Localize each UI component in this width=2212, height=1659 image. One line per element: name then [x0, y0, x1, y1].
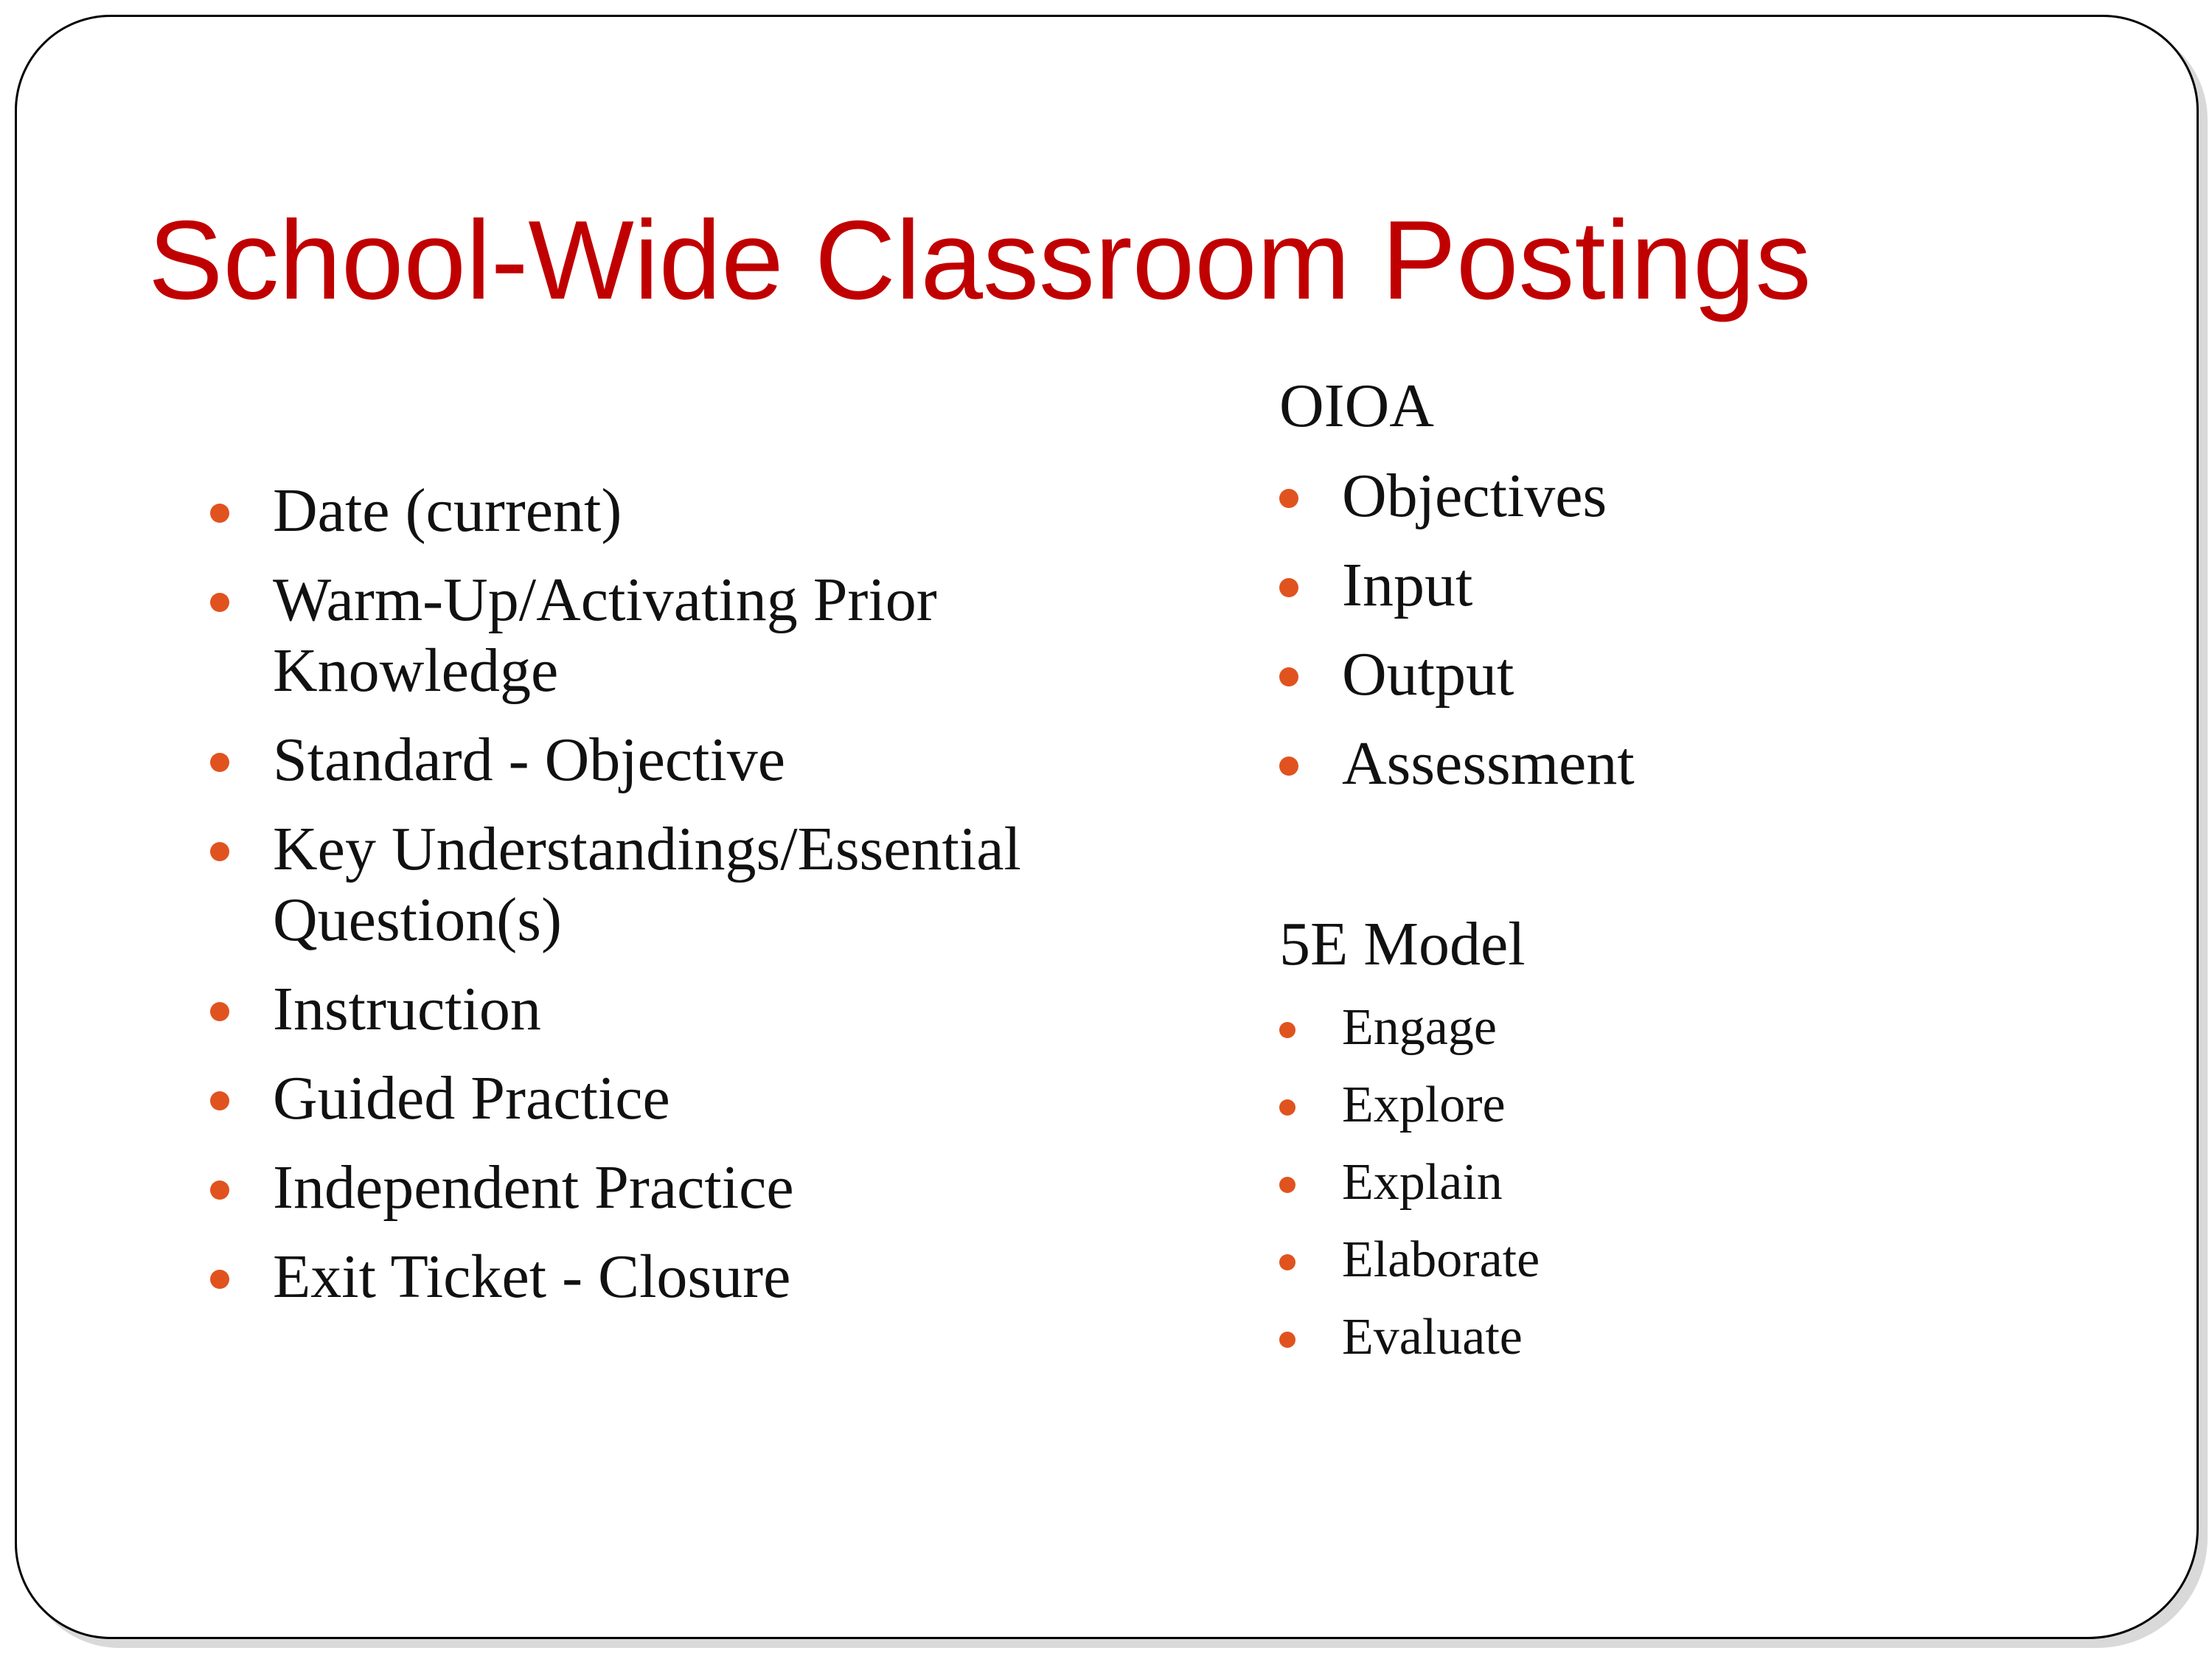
list-item: Date (current) — [210, 476, 1132, 546]
posting-list: Date (current) Warm-Up/Activating Prior … — [210, 476, 1132, 1331]
list-item: Output — [1279, 639, 2164, 710]
list-item-text: Output — [1342, 640, 1514, 709]
list-item-text: Input — [1342, 551, 1473, 619]
list-item: Exit Ticket - Closure — [210, 1242, 1132, 1312]
list-item: Warm-Up/Activating Prior Knowledge — [210, 565, 1132, 706]
bullet-dot-icon — [210, 593, 229, 612]
list-item: Standard - Objective — [210, 725, 1132, 796]
list-item: Instruction — [210, 974, 1132, 1045]
slide-frame: School-Wide Classroom Postings Date (cur… — [15, 15, 2199, 1639]
bullet-dot-icon — [1279, 667, 1298, 686]
list-item: Assessment — [1279, 728, 2164, 799]
list-item-text: Explore — [1342, 1077, 1506, 1133]
bullet-dot-icon — [1279, 578, 1298, 597]
list-item: Key Understandings/Essential Question(s) — [210, 814, 1132, 956]
bullet-dot-icon — [210, 1002, 229, 1021]
bullet-dot-icon — [1279, 1177, 1295, 1193]
list-item-text: Instruction — [273, 975, 541, 1043]
bullet-dot-icon — [210, 504, 229, 523]
bullet-dot-icon — [210, 1270, 229, 1289]
list-item: Explore — [1279, 1075, 2164, 1135]
slide-title: School-Wide Classroom Postings — [148, 198, 1812, 323]
list-item-text: Evaluate — [1342, 1309, 1523, 1366]
model-list: Engage Explore Explain Elaborate Evaluat… — [1279, 998, 2164, 1385]
list-item: Explain — [1279, 1152, 2164, 1213]
list-item-text: Elaborate — [1342, 1231, 1540, 1288]
bullet-dot-icon — [210, 753, 229, 772]
oioa-heading: OIOA — [1279, 372, 1434, 440]
bullet-dot-icon — [1279, 1254, 1295, 1270]
list-item-text: Engage — [1342, 999, 1497, 1056]
list-item-text-continued: Knowledge — [273, 636, 559, 705]
bullet-dot-icon — [1279, 1099, 1295, 1116]
list-item-text: Assessment — [1342, 729, 1635, 798]
bullet-dot-icon — [1279, 757, 1298, 776]
list-item-text: Guided Practice — [273, 1064, 670, 1133]
list-item-text: Exit Ticket - Closure — [273, 1242, 791, 1311]
list-item-text: Warm-Up/Activating Prior — [273, 566, 937, 634]
bullet-dot-icon — [1279, 489, 1298, 508]
list-item: Objectives — [1279, 461, 2164, 532]
list-item-text: Independent Practice — [273, 1153, 794, 1222]
list-item-text: Key Understandings/Essential — [273, 815, 1021, 883]
page: School-Wide Classroom Postings Date (cur… — [0, 0, 2212, 1659]
list-item: Guided Practice — [210, 1063, 1132, 1134]
list-item: Evaluate — [1279, 1307, 2164, 1368]
list-item-text: Standard - Objective — [273, 726, 786, 794]
bullet-dot-icon — [1279, 1332, 1295, 1348]
bullet-dot-icon — [210, 1180, 229, 1200]
bullet-dot-icon — [210, 842, 229, 861]
list-item-text-continued: Question(s) — [273, 886, 562, 954]
list-item: Input — [1279, 550, 2164, 621]
model-heading: 5E Model — [1279, 910, 1526, 978]
list-item-text: Explain — [1342, 1154, 1503, 1211]
list-item: Independent Practice — [210, 1152, 1132, 1223]
bullet-dot-icon — [1279, 1022, 1295, 1038]
oioa-list: Objectives Input Output Assessment — [1279, 461, 2164, 818]
list-item: Elaborate — [1279, 1230, 2164, 1290]
list-item-text: Objectives — [1342, 462, 1607, 530]
bullet-dot-icon — [210, 1091, 229, 1110]
list-item-text: Date (current) — [273, 476, 622, 545]
list-item: Engage — [1279, 998, 2164, 1058]
